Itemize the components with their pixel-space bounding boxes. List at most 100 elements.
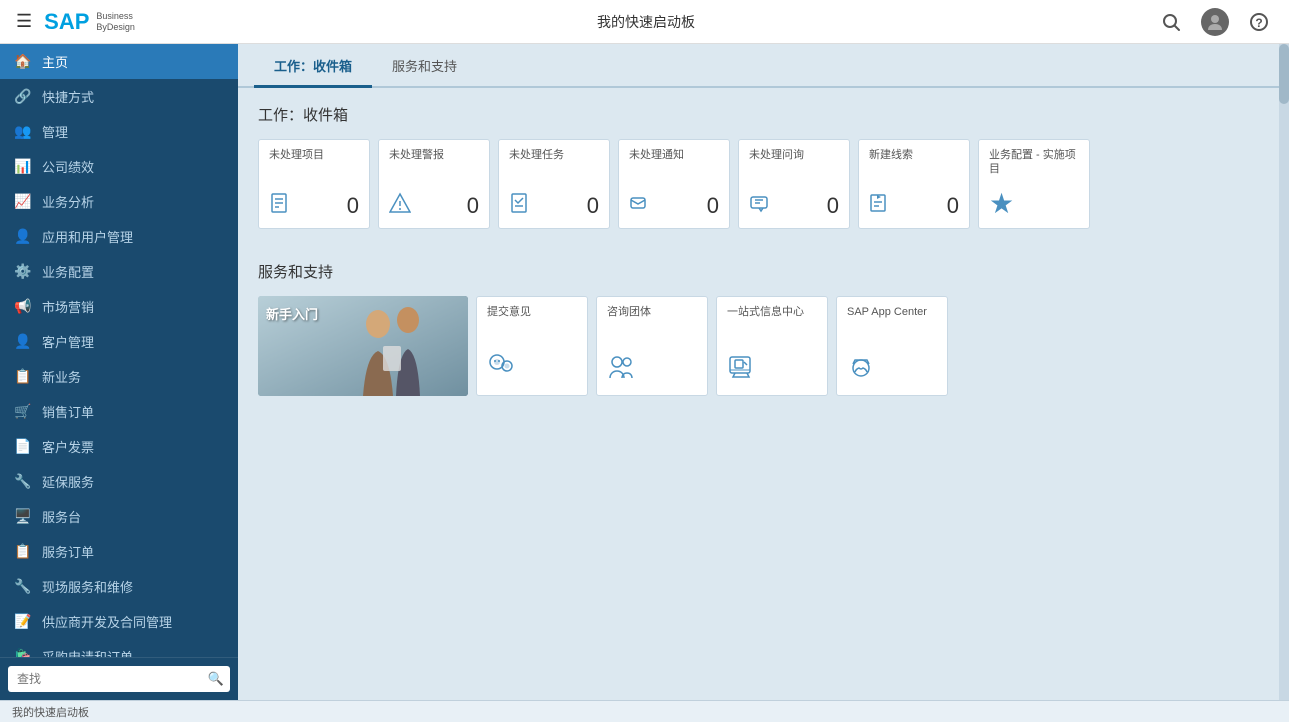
card-unprocessed-alerts[interactable]: 未处理警报 0 — [378, 139, 490, 229]
card-feedback[interactable]: 提交意见 — [476, 296, 588, 396]
sidebar-label-performance: 公司绩效 — [42, 157, 94, 176]
sidebar-item-field-service[interactable]: 🔧现场服务和维修 — [0, 569, 238, 604]
card-icon — [727, 352, 755, 387]
sidebar-item-purchase[interactable]: 🛍️采购申请和订单 — [0, 639, 238, 657]
sidebar-icon-supplier-contract: 📝 — [14, 613, 32, 631]
service-cards-row: 新手入门 提交意见 — [258, 296, 1259, 396]
sidebar-item-home[interactable]: 🏠主页 — [0, 44, 238, 79]
sidebar-label-customer-invoice: 客户发票 — [42, 437, 94, 456]
help-icon[interactable]: ? — [1245, 8, 1273, 36]
sidebar-label-config: 业务配置 — [42, 262, 94, 281]
sidebar-item-marketing[interactable]: 📢 市场营销 — [0, 289, 238, 324]
sidebar-item-new-biz[interactable]: 📋新业务 — [0, 359, 238, 394]
card-count: 0 — [467, 193, 479, 219]
card-label: 未处理问询 — [749, 148, 839, 162]
scrollbar-thumb[interactable] — [1279, 44, 1289, 104]
card-unprocessed-items[interactable]: 未处理项目 0 — [258, 139, 370, 229]
card-label: 未处理任务 — [509, 148, 599, 162]
card-sap-app-center[interactable]: SAP App Center — [836, 296, 948, 396]
sidebar-label-analysis: 业务分析 — [42, 192, 94, 211]
sidebar-item-manage[interactable]: 👥管理 — [0, 114, 238, 149]
service-section-title: 服务和支持 — [258, 261, 1259, 282]
tab-service[interactable]: 服务和支持 — [372, 44, 477, 88]
sidebar-item-supplier-contract[interactable]: 📝 供应商开发及合同管理 — [0, 604, 238, 639]
inbox-section-title: 工作：收件箱 — [258, 104, 1259, 125]
inbox-section: 工作：收件箱 未处理项目 — [238, 88, 1279, 245]
card-bottom: 0 — [509, 192, 599, 220]
card-consult-team[interactable]: 咨询团体 — [596, 296, 708, 396]
search-input-icon: 🔍 — [208, 671, 224, 687]
header-icons: ? — [1157, 8, 1273, 36]
content: 工作：收件箱 服务和支持 工作：收件箱 未处理项目 — [238, 44, 1279, 700]
sidebar-label-warranty: 延保服务 — [42, 472, 94, 491]
sidebar-item-warranty[interactable]: 🔧延保服务 — [0, 464, 238, 499]
card-unprocessed-queries[interactable]: 未处理问询 0 — [738, 139, 850, 229]
card-count: 0 — [947, 193, 959, 219]
card-label: SAP App Center — [847, 305, 927, 319]
sidebar-label-marketing: 市场营销 — [42, 297, 94, 316]
sidebar-item-app-user[interactable]: 👤应用和用户管理 — [0, 219, 238, 254]
tabs: 工作：收件箱 服务和支持 — [238, 44, 1279, 88]
sidebar-item-customer[interactable]: 👤客户管理 — [0, 324, 238, 359]
menu-icon[interactable]: ☰ — [16, 11, 32, 32]
card-label: 未处理通知 — [629, 148, 719, 162]
search-icon[interactable] — [1157, 8, 1185, 36]
card-label: 未处理警报 — [389, 148, 479, 162]
card-label: 未处理项目 — [269, 148, 359, 162]
sidebar-label-shortcuts: 快捷方式 — [42, 87, 94, 106]
card-label: 新建线索 — [869, 148, 959, 162]
sidebar-icon-performance: 📊 — [14, 158, 32, 176]
sidebar-item-customer-invoice[interactable]: 📄客户发票 — [0, 429, 238, 464]
card-bottom: 0 — [629, 192, 719, 220]
sidebar-label-sales-order: 销售订单 — [42, 402, 94, 421]
service-section: 服务和支持 — [238, 245, 1279, 412]
sidebar-icon-field-service: 🔧 — [14, 578, 32, 596]
card-business-config[interactable]: 业务配置 - 实施项目 ★ — [978, 139, 1090, 229]
sidebar-item-sales-order[interactable]: 🛒 销售订单 — [0, 394, 238, 429]
header: ☰ SAP BusinessByDesign 我的快速启动板 ? — [0, 0, 1289, 44]
card-icon — [749, 192, 771, 220]
card-icon — [509, 192, 531, 220]
sidebar-icon-config: ⚙️ — [14, 263, 32, 281]
tab-inbox[interactable]: 工作：收件箱 — [254, 44, 372, 88]
sidebar-item-analysis[interactable]: 📈 业务分析 — [0, 184, 238, 219]
bottom-bar: 我的快速启动板 — [0, 700, 1289, 722]
sidebar-item-shortcuts[interactable]: 🔗快捷方式 — [0, 79, 238, 114]
sidebar-icon-marketing: 📢 — [14, 298, 32, 316]
card-icon — [487, 352, 515, 387]
user-avatar[interactable] — [1201, 8, 1229, 36]
card-bottom: 0 — [269, 192, 359, 220]
sidebar-label-supplier-contract: 供应商开发及合同管理 — [42, 612, 172, 631]
main-layout: 🏠主页🔗快捷方式👥管理 📊 公司绩效 📈 业务分析 👤应用和用户管理 ⚙️ 业务配置 📢 市场营销… — [0, 44, 1289, 700]
sidebar-item-performance[interactable]: 📊 公司绩效 — [0, 149, 238, 184]
card-new-leads[interactable]: 新建线索 0 — [858, 139, 970, 229]
sidebar-item-service-order[interactable]: 📋服务订单 — [0, 534, 238, 569]
card-icon — [607, 352, 635, 387]
search-input[interactable] — [8, 666, 230, 692]
inbox-cards-row: 未处理项目 0 — [258, 139, 1259, 229]
scrollbar[interactable] — [1279, 44, 1289, 700]
card-label: 咨询团体 — [607, 305, 651, 319]
sidebar-label-app-user: 应用和用户管理 — [42, 227, 133, 246]
card-info-center[interactable]: 一站式信息中心 — [716, 296, 828, 396]
card-count: 0 — [707, 193, 719, 219]
sap-logo-text: SAP — [44, 9, 89, 35]
svg-text:?: ? — [1255, 16, 1262, 30]
sidebar-item-config[interactable]: ⚙️ 业务配置 — [0, 254, 238, 289]
sidebar-label-purchase: 采购申请和订单 — [42, 647, 133, 657]
sidebar-item-service-desk[interactable]: 🖥️服务台 — [0, 499, 238, 534]
sidebar-nav: 🏠主页🔗快捷方式👥管理 📊 公司绩效 📈 业务分析 👤应用和用户管理 ⚙️ 业务配置 📢 市场营销… — [0, 44, 238, 657]
card-unprocessed-notifications[interactable]: 未处理通知 0 — [618, 139, 730, 229]
card-count: 0 — [347, 193, 359, 219]
sidebar-label-service-order: 服务订单 — [42, 542, 94, 561]
card-label: 新手入门 — [266, 304, 318, 323]
sidebar-icon-analysis: 📈 — [14, 193, 32, 211]
card-newbie[interactable]: 新手入门 — [258, 296, 468, 396]
sidebar-icon-new-biz: 📋 — [14, 368, 32, 386]
sidebar-icon-sales-order: 🛒 — [14, 403, 32, 421]
card-count: 0 — [587, 193, 599, 219]
card-unprocessed-tasks[interactable]: 未处理任务 0 — [498, 139, 610, 229]
card-bottom: 0 — [869, 192, 959, 220]
bottom-bar-label: 我的快速启动板 — [12, 704, 89, 720]
card-icon — [869, 192, 891, 220]
